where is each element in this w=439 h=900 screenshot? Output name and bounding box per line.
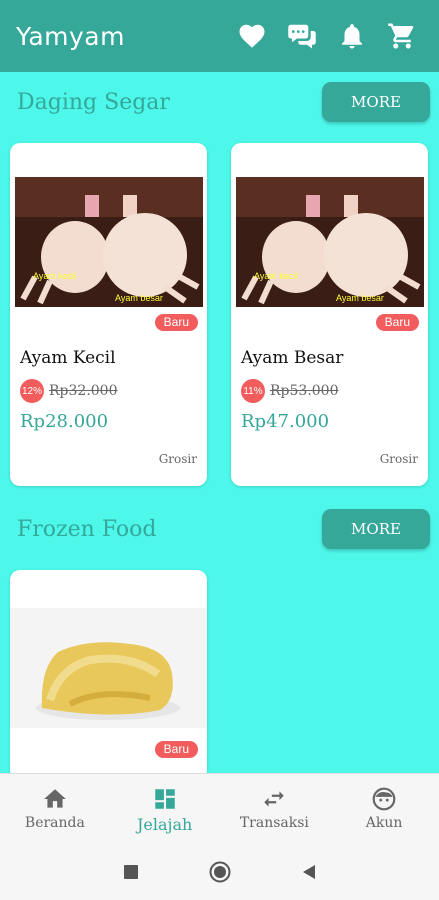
product-card-ayam-besar[interactable]: Ayam kecil Ayam besar Baru Ayam Besar 11… bbox=[231, 143, 428, 486]
product-name: Ayam Besar bbox=[241, 348, 344, 368]
product-card-ayam-kecil[interactable]: Ayam kecil Ayam besar Baru Ayam Kecil 12… bbox=[10, 143, 207, 486]
bell-icon[interactable] bbox=[335, 19, 369, 53]
product-card-frozen[interactable]: Baru bbox=[10, 570, 207, 780]
nav-label: Jelajah bbox=[136, 815, 193, 834]
discount-badge: 11% bbox=[241, 379, 265, 403]
face-icon bbox=[372, 787, 396, 811]
image-label-large: Ayam besar bbox=[336, 293, 384, 303]
app-title: Yamyam bbox=[16, 21, 125, 51]
image-label-small: Ayam kecil bbox=[254, 271, 297, 281]
new-badge: Baru bbox=[154, 741, 198, 758]
product-price: Rp28.000 bbox=[20, 411, 109, 432]
cart-icon[interactable] bbox=[385, 19, 419, 53]
section-header-daging-segar: Daging Segar MORE bbox=[0, 82, 439, 126]
more-button[interactable]: MORE bbox=[322, 509, 430, 549]
product-name: Ayam Kecil bbox=[20, 348, 116, 368]
nav-label: Akun bbox=[365, 815, 403, 831]
new-badge: Baru bbox=[375, 314, 419, 331]
nav-item-akun[interactable]: Akun bbox=[329, 774, 439, 843]
product-image: Ayam kecil Ayam besar bbox=[236, 177, 424, 307]
back-icon[interactable] bbox=[301, 864, 317, 880]
image-label-large: Ayam besar bbox=[115, 293, 163, 303]
original-price: Rp53.000 bbox=[270, 383, 339, 399]
nav-label: Beranda bbox=[24, 815, 85, 831]
discount-row: 11% Rp53.000 bbox=[241, 379, 339, 403]
discount-row: 12% Rp32.000 bbox=[20, 379, 118, 403]
bottom-navigation: Beranda Jelajah Transaksi Akun bbox=[0, 773, 439, 843]
more-button[interactable]: MORE bbox=[322, 82, 430, 122]
product-image: Ayam kecil Ayam besar bbox=[15, 177, 203, 307]
nav-label: Transaksi bbox=[239, 815, 309, 831]
swap-icon bbox=[264, 791, 285, 807]
nav-item-jelajah[interactable]: Jelajah bbox=[110, 774, 220, 843]
app-bar: Yamyam bbox=[0, 0, 439, 72]
section-header-frozen-food: Frozen Food MORE bbox=[0, 509, 439, 553]
discount-badge: 12% bbox=[20, 379, 44, 403]
product-image bbox=[10, 608, 207, 728]
nav-item-beranda[interactable]: Beranda bbox=[0, 774, 110, 843]
section-title: Daging Segar bbox=[17, 90, 170, 115]
heart-icon[interactable] bbox=[235, 19, 269, 53]
chat-icon[interactable] bbox=[285, 19, 319, 53]
product-price: Rp47.000 bbox=[241, 411, 330, 432]
dashboard-icon bbox=[154, 789, 175, 809]
new-badge: Baru bbox=[154, 314, 198, 331]
system-navigation-bar bbox=[0, 843, 439, 900]
recents-icon[interactable] bbox=[123, 864, 139, 880]
product-tag: Grosir bbox=[158, 452, 197, 466]
section-title: Frozen Food bbox=[17, 517, 157, 542]
product-tag: Grosir bbox=[379, 452, 418, 466]
nav-item-transaksi[interactable]: Transaksi bbox=[220, 774, 330, 843]
home-circle-icon[interactable] bbox=[209, 861, 231, 883]
home-icon bbox=[44, 789, 66, 808]
original-price: Rp32.000 bbox=[49, 383, 118, 399]
image-label-small: Ayam kecil bbox=[33, 271, 76, 281]
